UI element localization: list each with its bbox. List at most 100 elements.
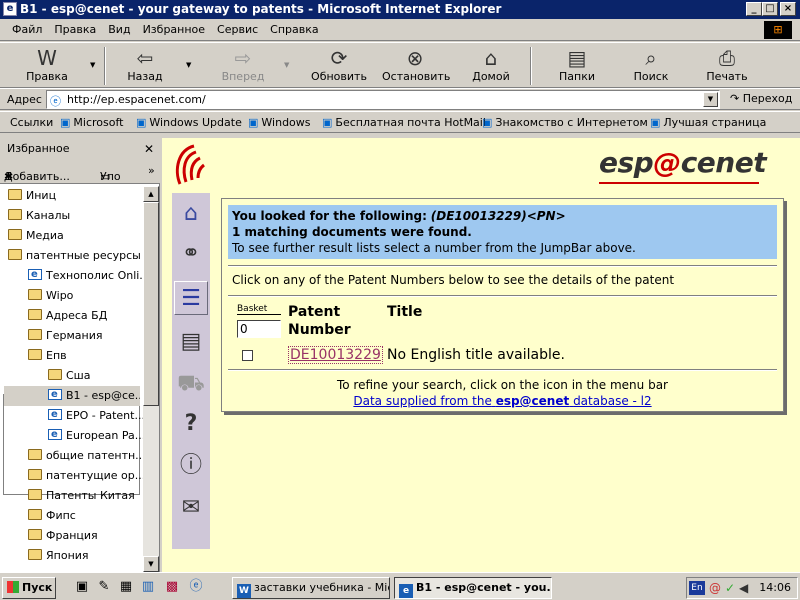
sidebar-close-icon[interactable]: ✕ <box>144 138 154 160</box>
close-button[interactable]: × <box>780 2 796 16</box>
back-button[interactable]: ⇦ Назад <box>112 46 178 83</box>
edit-button[interactable]: W Правка <box>14 46 80 83</box>
edit-dropdown-arrow[interactable]: ▼ <box>90 61 95 69</box>
basket-cart-icon[interactable]: ⛟ <box>174 367 208 401</box>
ie-quicklaunch-icon[interactable]: ⓔ <box>188 579 204 595</box>
search-button[interactable]: ⌕ Поиск <box>618 46 684 83</box>
fav-folder-wipo[interactable]: Wipo <box>28 286 73 306</box>
query-line: You looked for the following: (DE1001322… <box>232 209 566 223</box>
sidebar-toolbar-more-icon[interactable]: » <box>148 164 155 177</box>
home-nav-icon[interactable]: ⌂ <box>174 197 208 231</box>
scroll-down-arrow-icon[interactable]: ▼ <box>143 556 159 572</box>
info-icon[interactable]: ⓘ <box>174 449 208 483</box>
window-titlebar[interactable]: e B1 - esp@cenet - your gateway to paten… <box>0 0 800 19</box>
data-source-link[interactable]: Data supplied from the esp@cenet databas… <box>353 394 651 408</box>
start-button[interactable]: Пуск <box>2 577 56 599</box>
refresh-button[interactable]: ⟳ Обновить <box>306 46 372 83</box>
tray-tool-icon[interactable]: ✓ <box>725 581 735 595</box>
link-hotmail[interactable]: Бесплатная почта HotMail <box>322 116 486 129</box>
fav-folder-germany[interactable]: Германия <box>28 326 102 346</box>
espacenet-logo: esp@cenet <box>599 146 767 179</box>
fav-folder-media[interactable]: Медиа <box>8 226 64 246</box>
print-button[interactable]: ⎙ Печать <box>694 46 760 83</box>
language-indicator[interactable]: En <box>689 581 705 595</box>
tray-at-icon[interactable]: @ <box>709 581 721 595</box>
fav-folder-fips[interactable]: Фипс <box>28 506 76 526</box>
result-basket-checkbox[interactable] <box>242 350 253 361</box>
menu-favorites[interactable]: Избранное <box>137 23 211 36</box>
fav-folder-db-addresses[interactable]: Адреса БД <box>28 306 107 326</box>
folder-icon <box>8 189 22 200</box>
col-header-patent-number: Patent Number <box>288 304 351 338</box>
document-details-icon[interactable]: ▤ <box>174 325 208 359</box>
sidebar-scrollbar[interactable]: ▲ ▼ <box>143 186 159 572</box>
fav-folder-usa[interactable]: Сша <box>48 366 91 386</box>
forward-arrow-icon: ⇨ <box>234 46 252 70</box>
menu-file[interactable]: Файл <box>6 23 48 36</box>
ie-page-icon <box>48 386 62 405</box>
minimize-button[interactable]: _ <box>746 2 762 16</box>
binoculars-search-icon[interactable]: ⚭ <box>174 237 208 271</box>
ie-page-icon <box>48 426 62 445</box>
menu-view[interactable]: Вид <box>102 23 136 36</box>
address-dropdown-arrow[interactable]: ▼ <box>703 92 718 107</box>
windows-flag-icon <box>7 581 19 593</box>
menu-help[interactable]: Справка <box>264 23 324 36</box>
fav-folder-japan[interactable]: Япония <box>28 546 89 566</box>
fav-folder-patent-resources[interactable]: патентные ресурсы <box>8 246 141 266</box>
fav-link-technopolis[interactable]: Технополис Onli... <box>28 266 143 286</box>
scroll-thumb[interactable] <box>143 202 159 406</box>
fav-link-epo-patent[interactable]: EPO - Patent... <box>48 406 143 426</box>
scroll-up-arrow-icon[interactable]: ▲ <box>143 186 159 202</box>
menu-tools[interactable]: Сервис <box>211 23 264 36</box>
link-microsoft[interactable]: Microsoft <box>60 116 123 129</box>
ie-page-icon <box>48 406 62 425</box>
mail-envelope-icon[interactable]: ✉ <box>174 491 208 525</box>
home-button[interactable]: ⌂ Домой <box>458 46 524 83</box>
link-windows[interactable]: Windows <box>248 116 310 129</box>
fav-folder-general-patent[interactable]: общие патентн... <box>28 446 143 466</box>
media-icon[interactable]: ▩ <box>164 579 180 595</box>
task-word-document[interactable]: Wзаставки учебника - Micr... <box>232 577 390 599</box>
link-windows-update[interactable]: Windows Update <box>136 116 241 129</box>
window-title: B1 - esp@cenet - your gateway to patents… <box>20 2 502 16</box>
fav-folder-epv[interactable]: Епв <box>28 346 67 366</box>
tray-speaker-icon[interactable]: ◀ <box>739 581 748 595</box>
fav-folder-channels[interactable]: Каналы <box>8 206 70 226</box>
forward-dropdown-arrow[interactable]: ▼ <box>284 61 289 69</box>
fav-folder-china-patents[interactable]: Патенты Китая <box>28 486 135 506</box>
links-bar: Ссылки Microsoft Windows Update Windows … <box>0 111 800 133</box>
maximize-button[interactable]: □ <box>762 2 778 16</box>
show-desktop-icon[interactable]: ▣ <box>74 579 90 595</box>
query-string: (DE10013229)<PN> <box>430 209 566 223</box>
folder-icon <box>48 369 62 380</box>
notepad-icon[interactable]: ✎ <box>96 579 112 595</box>
task-ie-espacenet[interactable]: e B1 - esp@cenet - you... <box>394 577 552 599</box>
fav-folder-inits[interactable]: Иниц <box>8 186 56 206</box>
fav-link-european-patent[interactable]: European Pa... <box>48 426 143 446</box>
folders-icon: ▤ <box>567 46 587 70</box>
back-dropdown-arrow[interactable]: ▼ <box>186 61 191 69</box>
patent-number-link[interactable]: DE10013229 <box>288 346 383 364</box>
book-icon[interactable]: ▥ <box>140 579 156 595</box>
link-internet-intro[interactable]: Знакомство с Интернетом <box>482 116 647 129</box>
result-list-icon[interactable]: ☰ <box>174 281 208 315</box>
address-input[interactable]: ⓔ http://ep.espacenet.com/ ▼ <box>46 90 720 109</box>
refresh-icon: ⟳ <box>330 46 348 70</box>
menu-edit[interactable]: Правка <box>48 23 102 36</box>
stop-button[interactable]: ⊗ Остановить <box>382 46 450 83</box>
forward-button[interactable]: ⇨ Вперед <box>210 46 276 83</box>
back-arrow-icon: ⇦ <box>136 46 154 70</box>
folders-button[interactable]: ▤ Папки <box>544 46 610 83</box>
go-button[interactable]: ↷ Переход <box>730 92 792 105</box>
fav-folder-patent-orgs[interactable]: патентущие ор... <box>28 466 143 486</box>
espacenet-header: esp@cenet <box>162 138 800 192</box>
fav-folder-france[interactable]: Франция <box>28 526 98 546</box>
link-best-page[interactable]: Лучшая страница <box>650 116 766 129</box>
word-quicklaunch-icon[interactable]: ▦ <box>118 579 134 595</box>
help-question-icon[interactable]: ? <box>174 407 208 441</box>
basket-count-input[interactable]: 0 <box>237 320 281 338</box>
folder-icon <box>28 529 42 540</box>
patent-title: No English title available. <box>387 347 565 363</box>
fav-link-b1-espacenet[interactable]: B1 - esp@ce... <box>4 386 140 406</box>
